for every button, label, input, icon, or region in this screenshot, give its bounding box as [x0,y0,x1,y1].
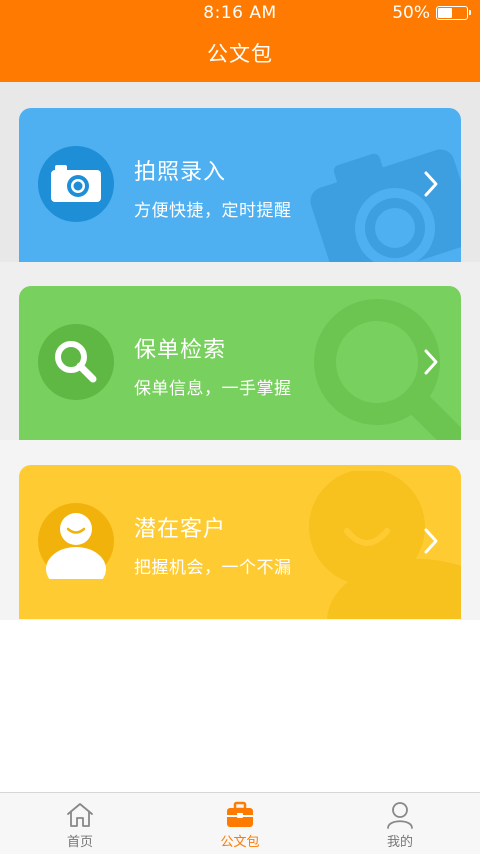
tab-label: 我的 [386,835,413,850]
app-header: 8:16 AM 50% 公文包 [0,0,480,82]
tab-label: 首页 [66,835,93,850]
home-icon [67,803,93,827]
chevron-right-icon [424,349,438,375]
profile-icon [387,802,413,829]
card-subtitle: 保单信息，一手掌握 [134,379,292,399]
potential-customers-card[interactable]: 潜在客户 把握机会，一个不漏 [19,465,461,619]
page-title: 公文包 [207,42,273,66]
camera-icon-circle [38,146,114,222]
tab-profile[interactable]: 我的 [320,793,480,854]
chevron-right-icon [424,171,438,197]
bottom-tab-bar: 首页 公文包 我的 [0,792,480,854]
card-text: 拍照录入 方便快捷，定时提醒 [134,154,292,221]
person-icon-circle [38,503,114,579]
tab-label: 公文包 [220,835,260,850]
search-icon [55,341,97,383]
battery-fill [438,8,452,18]
camera-watermark-icon [310,149,461,262]
status-battery: 50% [392,3,471,23]
card-subtitle: 把握机会，一个不漏 [134,558,292,578]
search-icon-circle [38,324,114,400]
person-icon [46,513,106,579]
briefcase-icon [227,801,253,827]
policy-search-card[interactable]: 保单检索 保单信息，一手掌握 [19,286,461,440]
photo-entry-card[interactable]: 拍照录入 方便快捷，定时提醒 [19,108,461,262]
card-title: 拍照录入 [134,160,227,185]
card-title: 潜在客户 [134,517,227,542]
card-title: 保单检索 [134,338,227,363]
battery-percent: 50% [392,3,430,23]
battery-icon [436,6,471,20]
chevron-right-icon [424,528,438,554]
tab-home[interactable]: 首页 [0,793,160,854]
card-text: 保单检索 保单信息，一手掌握 [134,332,292,399]
card-subtitle: 方便快捷，定时提醒 [134,201,292,221]
tab-briefcase[interactable]: 公文包 [160,793,320,854]
camera-icon [51,165,101,202]
card-text: 潜在客户 把握机会，一个不漏 [134,511,292,578]
